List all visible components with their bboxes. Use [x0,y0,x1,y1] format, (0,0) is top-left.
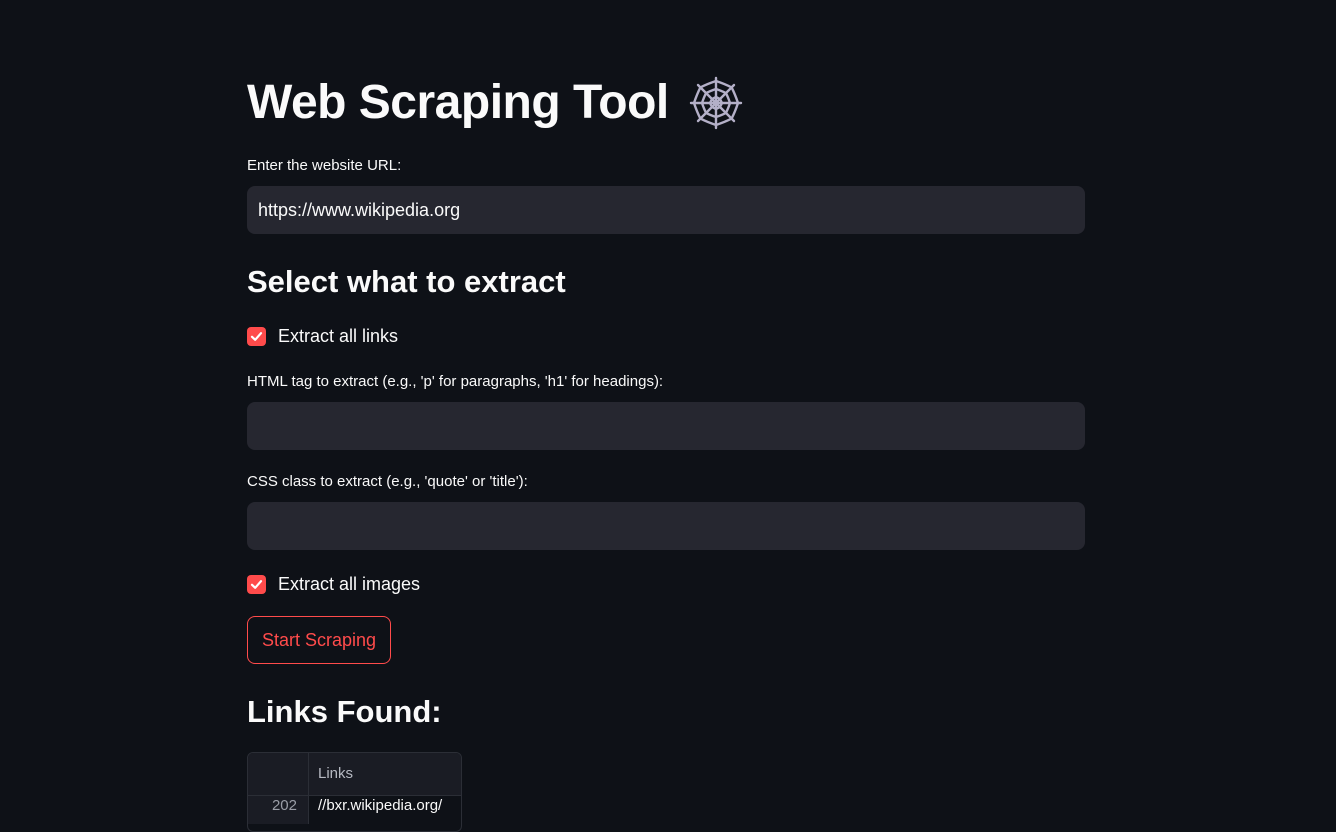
spider-web-icon [689,76,743,130]
section-heading: Select what to extract [247,264,566,299]
extract-links-label: Extract all links [278,326,399,346]
column-header-links[interactable]: Links [309,753,353,795]
page-title: Web Scraping Tool [247,76,669,129]
checkbox-checked-icon[interactable] [247,574,266,594]
extract-images-checkbox[interactable]: Extract all images [247,572,420,596]
checkbox-checked-icon[interactable] [247,326,266,346]
extract-images-label: Extract all images [278,574,421,594]
checkmark-icon [250,331,263,341]
title-row: Web Scraping Tool [247,72,743,134]
table-row[interactable]: 202 //bxr.wikipedia.org/ [248,796,461,824]
tag-input[interactable] [247,402,1085,450]
links-table[interactable]: Links 202 //bxr.wikipedia.org/ [247,752,462,832]
tag-label: HTML tag to extract (e.g., 'p' for parag… [247,373,664,390]
index-header [248,753,309,795]
url-label: Enter the website URL: [247,157,402,174]
class-label: CSS class to extract (e.g., 'quote' or '… [247,473,528,490]
results-heading: Links Found: [247,694,442,729]
start-scraping-button[interactable]: Start Scraping [247,616,392,664]
row-index: 202 [248,796,309,824]
url-input[interactable]: https://www.wikipedia.org [247,186,1085,234]
extract-links-checkbox[interactable]: Extract all links [247,324,398,348]
table-header: Links [248,753,461,796]
class-input[interactable] [247,502,1085,550]
row-value[interactable]: //bxr.wikipedia.org/ [309,796,442,824]
checkmark-icon [250,579,263,589]
